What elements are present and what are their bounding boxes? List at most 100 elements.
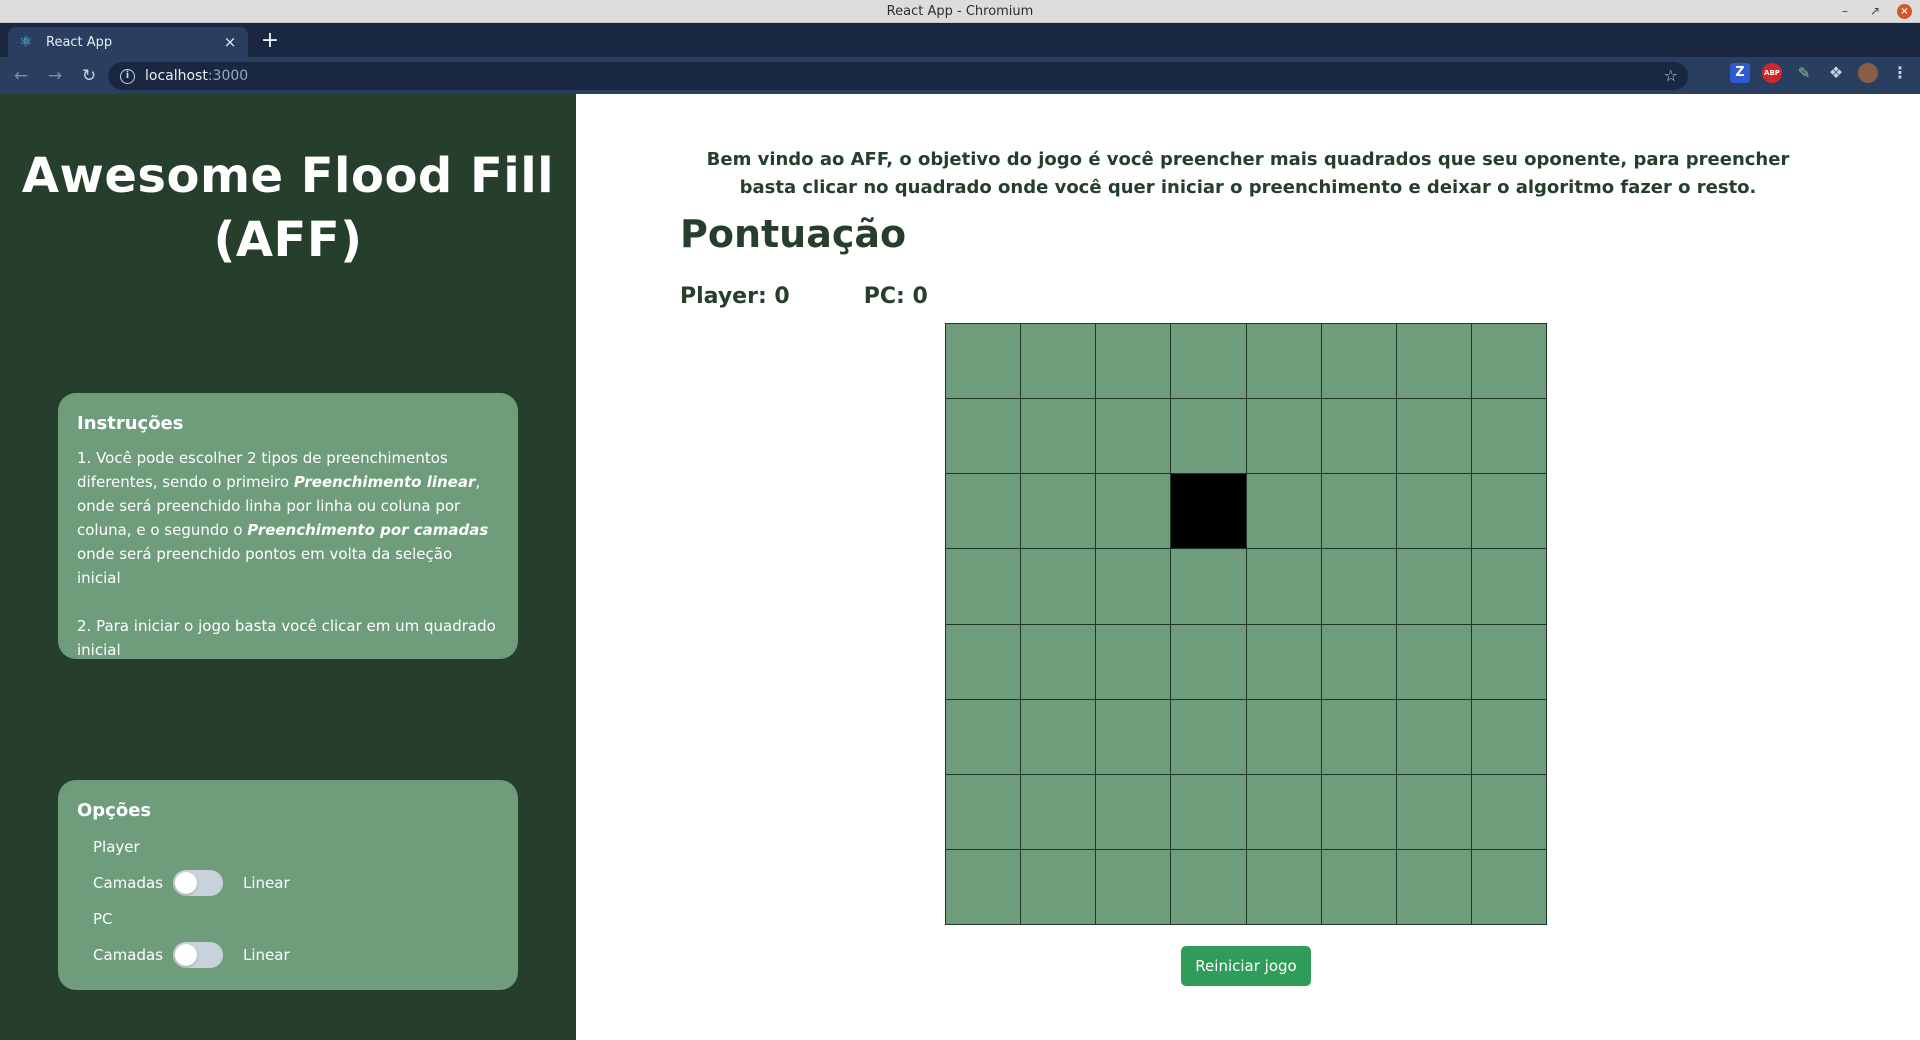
board-cell[interactable] <box>1096 699 1171 774</box>
board-cell[interactable] <box>1246 324 1321 399</box>
board-cell[interactable] <box>1321 399 1396 474</box>
board-cell[interactable] <box>1396 474 1471 549</box>
board-cell[interactable] <box>1471 624 1546 699</box>
board-cell[interactable] <box>1471 399 1546 474</box>
board-cell[interactable] <box>1021 624 1096 699</box>
board-cell[interactable] <box>1246 849 1321 924</box>
close-window-icon[interactable]: × <box>1897 3 1912 19</box>
board-cell[interactable] <box>1321 699 1396 774</box>
restart-game-button[interactable]: Reiniciar jogo <box>1181 946 1311 986</box>
instruction-spacer <box>77 590 499 614</box>
board-cell[interactable] <box>1171 399 1246 474</box>
zotero-extension-icon[interactable]: Z <box>1730 63 1750 83</box>
new-tab-icon[interactable]: + <box>258 29 282 53</box>
adblock-extension-icon[interactable]: ABP <box>1762 63 1782 83</box>
instruction-item-1: 1. Você pode escolher 2 tipos de preench… <box>77 446 499 590</box>
board-cell[interactable] <box>1021 849 1096 924</box>
main-content: Bem vindo ao AFF, o objetivo do jogo é v… <box>576 94 1920 1040</box>
board-cell[interactable] <box>946 774 1021 849</box>
board-cell[interactable] <box>946 624 1021 699</box>
board-cell[interactable] <box>1096 399 1171 474</box>
board-cell[interactable] <box>946 849 1021 924</box>
board-cell[interactable] <box>1021 549 1096 624</box>
board-cell[interactable] <box>1471 324 1546 399</box>
player-mode-toggle[interactable] <box>173 870 223 896</box>
board-cell[interactable] <box>1471 474 1546 549</box>
board-cell[interactable] <box>1171 324 1246 399</box>
board-cell[interactable] <box>1321 774 1396 849</box>
board-cell[interactable] <box>1096 324 1171 399</box>
board-cell[interactable] <box>1096 774 1171 849</box>
board-cell[interactable] <box>1396 624 1471 699</box>
board-cell[interactable] <box>1321 474 1396 549</box>
board-cell[interactable] <box>1171 549 1246 624</box>
tab-close-icon[interactable]: × <box>222 34 238 50</box>
board-cell[interactable] <box>1471 699 1546 774</box>
react-favicon-icon: ⚛ <box>19 34 33 50</box>
board-cell[interactable] <box>946 399 1021 474</box>
reload-icon[interactable]: ↻ <box>76 63 102 89</box>
window-controls: – ↗ × <box>1837 3 1912 19</box>
board-cell[interactable] <box>1021 324 1096 399</box>
board-cell[interactable] <box>1471 549 1546 624</box>
board-cell[interactable] <box>1321 324 1396 399</box>
board-cell[interactable] <box>1096 624 1171 699</box>
pc-toggle-knob <box>175 944 197 966</box>
board-cell[interactable] <box>1171 699 1246 774</box>
board-cell[interactable] <box>1021 699 1096 774</box>
board-cell[interactable] <box>1246 699 1321 774</box>
board-cell[interactable] <box>1021 774 1096 849</box>
board-cell[interactable] <box>1096 474 1171 549</box>
maximize-icon[interactable]: ↗ <box>1867 3 1883 19</box>
board-cell[interactable] <box>946 474 1021 549</box>
board-cell[interactable] <box>1396 549 1471 624</box>
board-cell[interactable] <box>1021 474 1096 549</box>
board-cell[interactable] <box>1246 774 1321 849</box>
back-icon[interactable]: ← <box>8 63 34 89</box>
board-cell[interactable] <box>1471 774 1546 849</box>
board-cell[interactable] <box>1396 399 1471 474</box>
player-toggle-knob <box>175 872 197 894</box>
minimize-icon[interactable]: – <box>1837 3 1853 19</box>
pc-mode-toggle[interactable] <box>173 942 223 968</box>
board-cell[interactable] <box>1021 399 1096 474</box>
instructions-card: Instruções 1. Você pode escolher 2 tipos… <box>58 393 518 659</box>
board-cell[interactable] <box>1096 549 1171 624</box>
board-cell[interactable] <box>1246 399 1321 474</box>
board-cell[interactable] <box>946 549 1021 624</box>
board-cell[interactable] <box>946 324 1021 399</box>
extensions-area: Z ABP ✎ ❖ ⋮ <box>1730 63 1910 83</box>
board-cell[interactable] <box>1246 549 1321 624</box>
pen-extension-icon[interactable]: ✎ <box>1794 63 1814 83</box>
board-cell[interactable] <box>946 699 1021 774</box>
board-cell[interactable] <box>1396 774 1471 849</box>
score-title: Pontuação <box>680 212 907 256</box>
pc-score: PC: 0 <box>863 284 928 309</box>
board-cell[interactable] <box>1321 849 1396 924</box>
board-cell[interactable] <box>1471 849 1546 924</box>
board-cell[interactable] <box>1171 624 1246 699</box>
instruction-1-text-e: onde será preenchido pontos em volta da … <box>77 545 453 587</box>
board-cell[interactable] <box>1321 624 1396 699</box>
board-cell[interactable] <box>1171 849 1246 924</box>
bookmark-star-icon[interactable]: ☆ <box>1664 66 1678 85</box>
board-cell[interactable] <box>1096 849 1171 924</box>
extensions-puzzle-icon[interactable]: ❖ <box>1826 63 1846 83</box>
profile-avatar[interactable] <box>1858 63 1878 83</box>
layered-fill-term: Preenchimento por camadas <box>247 521 489 539</box>
board-cell[interactable] <box>1246 624 1321 699</box>
browser-menu-icon[interactable]: ⋮ <box>1890 63 1910 83</box>
board-cell[interactable] <box>1321 549 1396 624</box>
site-info-icon[interactable]: i <box>120 68 135 84</box>
board-cell[interactable] <box>1246 474 1321 549</box>
address-bar[interactable]: i localhost:3000 ☆ <box>108 62 1688 90</box>
forward-icon[interactable]: → <box>42 63 68 89</box>
app-root: Awesome Flood Fill (AFF) Instruções 1. V… <box>0 94 1920 1040</box>
browser-tab[interactable]: ⚛ React App × <box>8 27 248 57</box>
board-cell[interactable] <box>1396 699 1471 774</box>
board-cell[interactable] <box>1171 774 1246 849</box>
board-cell-filled[interactable] <box>1171 474 1246 549</box>
board-cell[interactable] <box>1396 849 1471 924</box>
tab-strip: ⚛ React App × + <box>0 23 1920 57</box>
board-cell[interactable] <box>1396 324 1471 399</box>
